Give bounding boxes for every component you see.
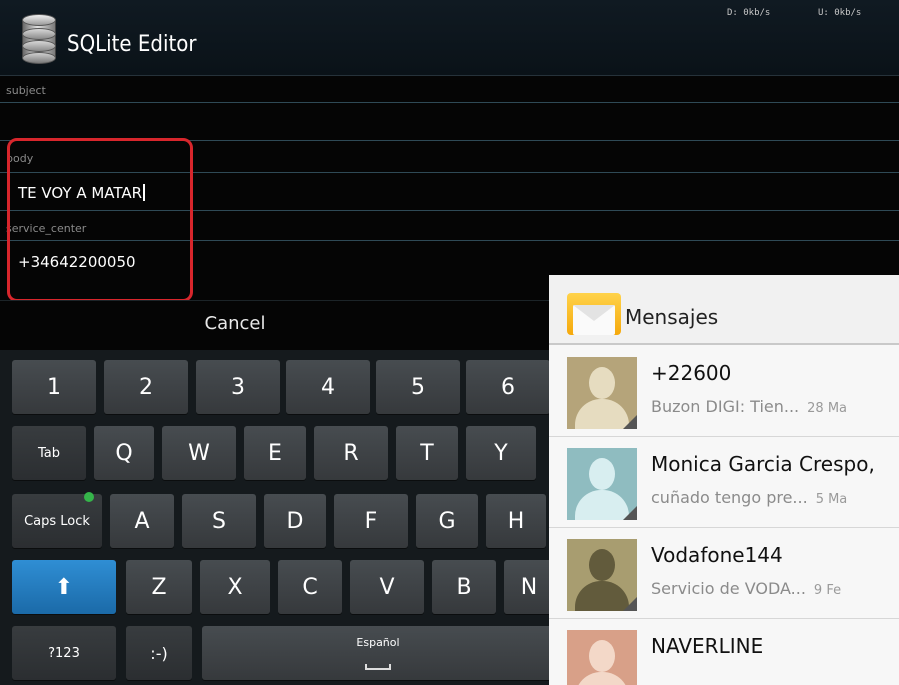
database-icon [22, 14, 56, 64]
space-key[interactable]: Español [202, 626, 554, 680]
key-2[interactable]: 2 [104, 360, 188, 414]
key-1[interactable]: 1 [12, 360, 96, 414]
key-h[interactable]: H [486, 494, 546, 548]
conversation-date: 9 Fe [813, 583, 842, 598]
key-e[interactable]: E [244, 426, 306, 480]
emoticon-key[interactable]: :-) [126, 626, 192, 680]
key-t[interactable]: T [396, 426, 458, 480]
app-bar: SQLite Editor D: 0kb/s U: 0kb/s [0, 0, 899, 76]
space-bar-icon [365, 664, 391, 670]
upload-speed: U: 0kb/s [818, 8, 862, 18]
caps-lock-indicator-icon [84, 492, 94, 502]
shift-key[interactable]: ⬆ [12, 560, 116, 614]
conversation-date: 28 Ma [807, 401, 847, 416]
key-b[interactable]: B [432, 560, 496, 614]
key-5[interactable]: 5 [376, 360, 460, 414]
cancel-button[interactable]: Cancel [0, 313, 470, 334]
contact-avatar-icon [567, 630, 637, 685]
key-f[interactable]: F [334, 494, 408, 548]
messages-panel: Mensajes +22600 Buzon DIGI: Tien... 28 Ma… [549, 275, 899, 685]
conversation-snippet: cuñado tengo pre... 5 Ma [651, 488, 848, 507]
key-z[interactable]: Z [126, 560, 192, 614]
red-highlight-box [7, 138, 193, 302]
conversation-name: +22600 [651, 361, 732, 385]
caps-lock-key[interactable]: Caps Lock [12, 494, 102, 548]
conversation-snippet: Servicio de VODA... 9 Fe [651, 579, 842, 598]
key-q[interactable]: Q [94, 426, 154, 480]
conversation-name: Vodafone144 [651, 543, 783, 567]
key-r[interactable]: R [314, 426, 388, 480]
messages-header: Mensajes [549, 275, 899, 345]
caps-lock-label: Caps Lock [24, 513, 90, 529]
divider [0, 102, 899, 103]
symbols-key[interactable]: ?123 [12, 626, 116, 680]
tab-key[interactable]: Tab [12, 426, 86, 480]
app-title: SQLite Editor [67, 32, 197, 57]
conversation-item[interactable]: NAVERLINE [549, 620, 899, 685]
download-speed: D: 0kb/s [727, 8, 771, 18]
key-v[interactable]: V [350, 560, 424, 614]
messages-title: Mensajes [625, 305, 719, 329]
key-x[interactable]: X [200, 560, 270, 614]
conversation-name: NAVERLINE [651, 634, 764, 658]
key-d[interactable]: D [264, 494, 326, 548]
key-c[interactable]: C [278, 560, 342, 614]
envelope-icon [567, 287, 621, 339]
conversation-item[interactable]: +22600 Buzon DIGI: Tien... 28 Ma [549, 347, 899, 437]
contact-avatar-icon [567, 448, 637, 520]
key-3[interactable]: 3 [196, 360, 280, 414]
key-4[interactable]: 4 [286, 360, 370, 414]
key-6[interactable]: 6 [466, 360, 550, 414]
key-w[interactable]: W [162, 426, 236, 480]
subject-label: subject [6, 84, 46, 97]
contact-avatar-icon [567, 539, 637, 611]
key-y[interactable]: Y [466, 426, 536, 480]
conversation-date: 5 Ma [815, 492, 848, 507]
key-a[interactable]: A [110, 494, 174, 548]
contact-avatar-icon [567, 357, 637, 429]
key-g[interactable]: G [416, 494, 478, 548]
space-language-label: Español [356, 636, 400, 649]
shift-arrow-icon: ⬆ [54, 574, 74, 600]
conversation-name: Monica Garcia Crespo, [651, 452, 875, 476]
conversation-item[interactable]: Monica Garcia Crespo, cuñado tengo pre..… [549, 438, 899, 528]
key-s[interactable]: S [182, 494, 256, 548]
conversation-item[interactable]: Vodafone144 Servicio de VODA... 9 Fe [549, 529, 899, 619]
conversation-snippet: Buzon DIGI: Tien... 28 Ma [651, 397, 847, 416]
key-n[interactable]: N [504, 560, 554, 614]
